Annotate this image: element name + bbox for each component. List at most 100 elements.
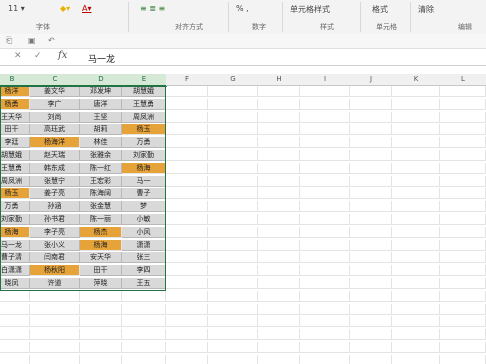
cell[interactable]: 刘家勤: [0, 214, 30, 225]
number-format-icon[interactable]: % ,: [236, 4, 249, 13]
cell[interactable]: [258, 150, 300, 161]
cell[interactable]: [350, 111, 392, 123]
cell[interactable]: [166, 188, 208, 200]
cell[interactable]: [258, 239, 300, 251]
cell[interactable]: [300, 316, 350, 328]
cell[interactable]: [258, 342, 300, 353]
column-header-K[interactable]: K: [392, 74, 441, 86]
cell[interactable]: [208, 342, 258, 353]
cell[interactable]: [300, 124, 350, 136]
cell[interactable]: [300, 214, 350, 225]
cell[interactable]: [208, 188, 258, 200]
cell[interactable]: 万勇: [0, 201, 30, 213]
cell[interactable]: [122, 290, 166, 302]
cell[interactable]: [166, 150, 208, 161]
cell[interactable]: 万勇: [122, 137, 166, 149]
cell[interactable]: [258, 175, 300, 187]
cell[interactable]: [166, 175, 208, 187]
cell[interactable]: [300, 201, 350, 213]
cell[interactable]: [208, 214, 258, 225]
cell[interactable]: [350, 162, 392, 174]
cell[interactable]: [166, 86, 208, 97]
cell[interactable]: [80, 303, 122, 315]
cell[interactable]: 邓发坤: [80, 86, 122, 97]
cell[interactable]: 张金慧: [80, 201, 122, 213]
cell[interactable]: [300, 137, 350, 149]
cell[interactable]: [300, 98, 350, 110]
cell[interactable]: [30, 329, 80, 341]
cell[interactable]: 赵天瑞: [30, 150, 80, 161]
cell[interactable]: [440, 201, 486, 213]
cell[interactable]: 林佳: [80, 137, 122, 149]
cell[interactable]: [440, 290, 486, 302]
cell[interactable]: [258, 252, 300, 264]
cell[interactable]: 许道: [30, 278, 80, 289]
cell[interactable]: 杨海洋: [30, 137, 80, 149]
cell[interactable]: [166, 354, 208, 364]
cell[interactable]: 杨秋阳: [30, 265, 80, 277]
cell[interactable]: [166, 252, 208, 264]
cell[interactable]: 陈海阔: [80, 188, 122, 200]
cell[interactable]: [80, 342, 122, 353]
cell[interactable]: [258, 316, 300, 328]
cell[interactable]: 田干: [80, 265, 122, 277]
cell[interactable]: [0, 316, 30, 328]
cell[interactable]: [166, 124, 208, 136]
cell[interactable]: 马一: [122, 175, 166, 187]
cell[interactable]: [392, 239, 440, 251]
cell[interactable]: [350, 265, 392, 277]
cell[interactable]: 张慧宁: [30, 175, 80, 187]
undo-icon[interactable]: ↶: [48, 36, 55, 45]
cell[interactable]: 杨玉: [0, 188, 30, 200]
cell[interactable]: 晓凤: [0, 278, 30, 289]
cell[interactable]: [392, 342, 440, 353]
cell[interactable]: [122, 303, 166, 315]
cell[interactable]: [440, 278, 486, 289]
cell[interactable]: 陈一红: [80, 162, 122, 174]
cell[interactable]: [80, 290, 122, 302]
cell[interactable]: [392, 111, 440, 123]
cell[interactable]: [392, 137, 440, 149]
cell[interactable]: [392, 98, 440, 110]
format-button[interactable]: 格式: [372, 4, 388, 15]
cell[interactable]: [258, 303, 300, 315]
cell[interactable]: [300, 239, 350, 251]
column-header-G[interactable]: G: [208, 74, 259, 86]
cell[interactable]: 胡莉: [80, 124, 122, 136]
cell[interactable]: [300, 226, 350, 238]
font-color-icon[interactable]: A▾: [82, 4, 92, 13]
cell[interactable]: [300, 150, 350, 161]
cell[interactable]: 唐洋: [80, 98, 122, 110]
cell[interactable]: 李子亮: [30, 226, 80, 238]
cell[interactable]: [166, 278, 208, 289]
cell[interactable]: [350, 290, 392, 302]
cell[interactable]: 高珏武: [30, 124, 80, 136]
cell[interactable]: 杨玉: [122, 124, 166, 136]
cell[interactable]: [392, 354, 440, 364]
cell[interactable]: [350, 201, 392, 213]
cell[interactable]: [208, 86, 258, 97]
cell[interactable]: 王慧勇: [0, 162, 30, 174]
cell[interactable]: 杨勇: [0, 98, 30, 110]
cell[interactable]: [300, 354, 350, 364]
cell[interactable]: [350, 342, 392, 353]
cell[interactable]: 杨洋: [0, 86, 30, 97]
cell[interactable]: [166, 214, 208, 225]
cell[interactable]: [300, 265, 350, 277]
cell[interactable]: [258, 188, 300, 200]
cell[interactable]: [122, 316, 166, 328]
cell[interactable]: [350, 86, 392, 97]
cell[interactable]: 周凤洲: [0, 175, 30, 187]
cell[interactable]: 刘尚: [30, 111, 80, 123]
cell[interactable]: [258, 86, 300, 97]
cell[interactable]: [440, 329, 486, 341]
cell[interactable]: [392, 329, 440, 341]
cell[interactable]: [440, 175, 486, 187]
cell[interactable]: 陈一丽: [80, 214, 122, 225]
cell[interactable]: [392, 290, 440, 302]
cell[interactable]: [208, 162, 258, 174]
cell[interactable]: 李广: [30, 98, 80, 110]
cell[interactable]: 曹子清: [0, 252, 30, 264]
cell[interactable]: [392, 188, 440, 200]
cell[interactable]: [258, 265, 300, 277]
